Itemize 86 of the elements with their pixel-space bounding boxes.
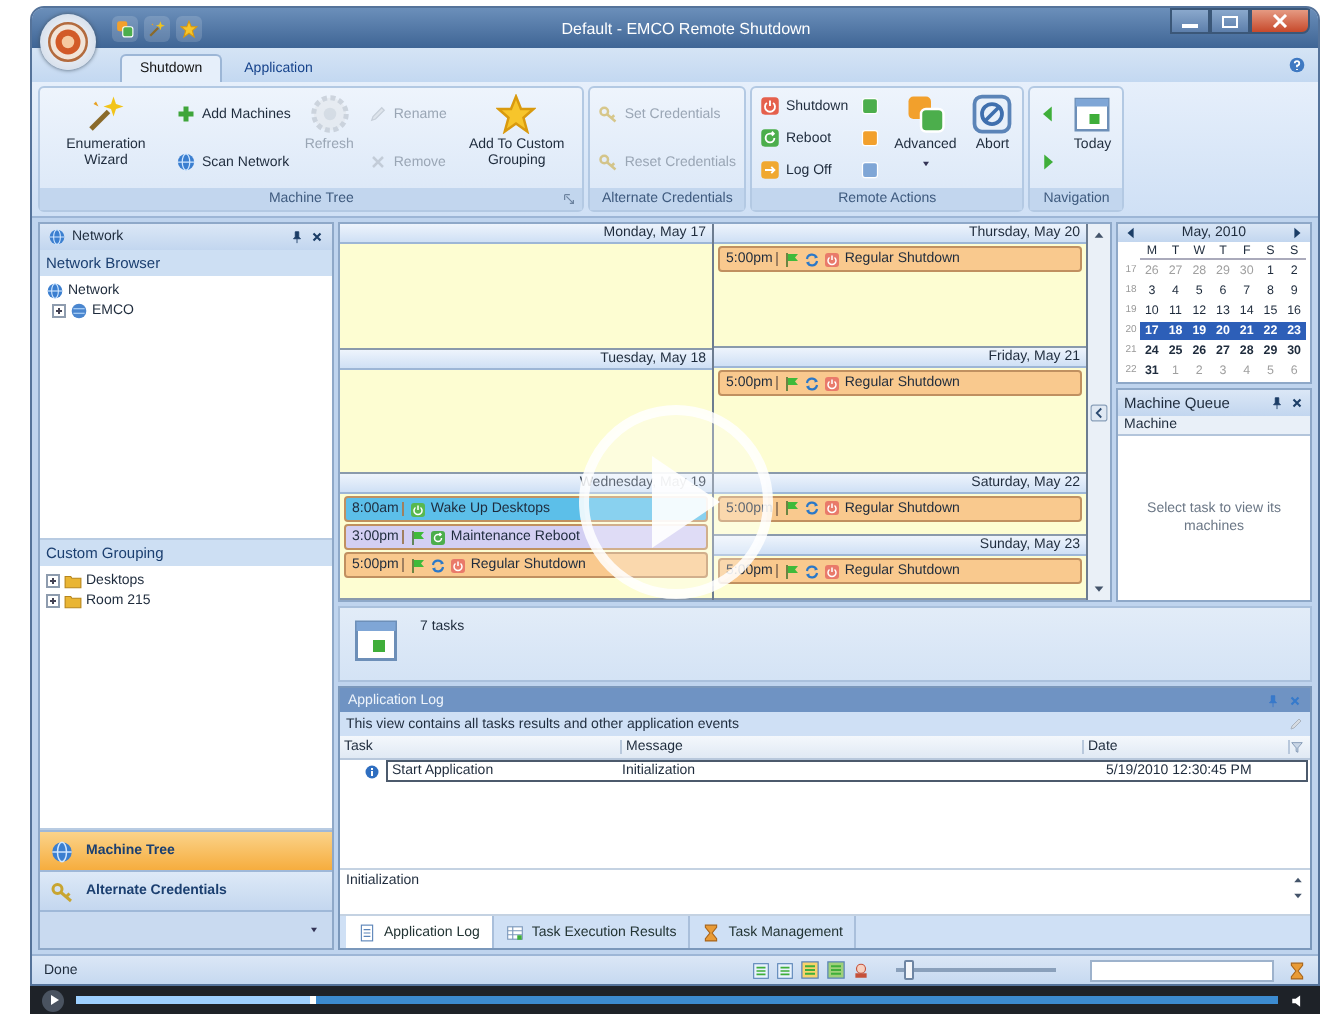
star-icon bbox=[496, 94, 537, 134]
square-icon bbox=[860, 160, 881, 180]
window-title: Default - EMCO Remote Shutdown bbox=[559, 19, 813, 37]
power-icon bbox=[824, 563, 841, 580]
wand-icon bbox=[148, 19, 166, 37]
quick-access-button[interactable] bbox=[112, 15, 138, 41]
plus-icon bbox=[176, 104, 196, 124]
table-icon bbox=[505, 923, 524, 941]
calendar-icon bbox=[352, 616, 400, 664]
slider-thumb[interactable] bbox=[904, 960, 915, 980]
pin-icon[interactable] bbox=[1270, 396, 1284, 410]
help-icon[interactable] bbox=[1288, 56, 1306, 74]
scrollbar[interactable] bbox=[1088, 224, 1110, 600]
gear-icon bbox=[309, 94, 350, 134]
refresh-icon bbox=[430, 557, 447, 574]
expander[interactable] bbox=[46, 573, 60, 587]
cancel-icon bbox=[972, 94, 1013, 134]
layout-icon[interactable] bbox=[776, 961, 794, 979]
play-button[interactable] bbox=[42, 989, 64, 1011]
flag-icon bbox=[784, 251, 801, 267]
cross-icon bbox=[367, 152, 388, 172]
close-icon bbox=[1272, 14, 1288, 28]
close-icon[interactable] bbox=[310, 230, 324, 244]
refresh-icon bbox=[804, 563, 821, 580]
launcher-icon[interactable] bbox=[562, 192, 577, 206]
refresh-icon bbox=[804, 251, 821, 267]
maximize-button[interactable] bbox=[1210, 8, 1250, 34]
quick-access-button[interactable] bbox=[144, 15, 170, 41]
expander[interactable] bbox=[52, 303, 66, 317]
caret-icon[interactable] bbox=[308, 924, 320, 936]
input-field[interactable] bbox=[1090, 959, 1274, 981]
scroll-up-icon bbox=[1292, 874, 1304, 886]
exit-icon bbox=[759, 160, 780, 180]
square-icon bbox=[860, 96, 881, 116]
hourglass-icon bbox=[1288, 961, 1306, 979]
layout-icon[interactable] bbox=[752, 961, 770, 979]
globe-icon bbox=[50, 839, 74, 863]
layout-icon[interactable] bbox=[826, 960, 846, 980]
layout-icon[interactable] bbox=[800, 960, 820, 980]
star-icon bbox=[180, 19, 198, 37]
play-icon bbox=[45, 992, 61, 1008]
maximize-icon bbox=[1222, 15, 1238, 27]
key-icon bbox=[598, 104, 619, 124]
arrow-right-icon[interactable] bbox=[1289, 226, 1304, 240]
collapse-icon bbox=[1090, 403, 1108, 421]
hourglass-icon bbox=[702, 923, 721, 941]
key-icon bbox=[598, 152, 619, 172]
squares-icon bbox=[905, 94, 946, 134]
refresh-icon bbox=[804, 375, 821, 392]
scroll-down-icon bbox=[1292, 890, 1304, 902]
document-icon bbox=[358, 923, 376, 941]
scroll-down-icon bbox=[1092, 582, 1106, 596]
arrow-left-icon[interactable] bbox=[1124, 226, 1138, 240]
square-icon bbox=[860, 128, 881, 148]
expander[interactable] bbox=[46, 593, 60, 607]
app-orb-icon bbox=[48, 22, 88, 62]
quick-access-button[interactable] bbox=[176, 15, 202, 41]
tools-icon[interactable] bbox=[852, 961, 870, 979]
seek-bar[interactable] bbox=[76, 996, 1278, 1004]
squares-icon bbox=[116, 19, 134, 37]
flag-icon bbox=[784, 563, 801, 580]
power-icon bbox=[450, 557, 467, 574]
restart-icon bbox=[430, 529, 447, 546]
power-icon bbox=[410, 501, 427, 518]
flag-icon bbox=[410, 557, 427, 574]
globe-icon bbox=[48, 228, 66, 246]
minimize-button[interactable] bbox=[1170, 8, 1210, 34]
calendar-icon bbox=[1072, 94, 1113, 134]
globe-icon bbox=[46, 281, 64, 299]
wand-icon bbox=[86, 94, 126, 134]
key-icon bbox=[50, 879, 74, 903]
flag-icon bbox=[784, 375, 801, 392]
power-icon bbox=[759, 96, 780, 116]
power-icon bbox=[824, 251, 841, 267]
globe-icon bbox=[176, 152, 196, 172]
pin-icon[interactable] bbox=[290, 230, 304, 244]
caret-icon bbox=[919, 158, 932, 171]
close-icon[interactable] bbox=[1290, 396, 1304, 410]
close-button[interactable] bbox=[1250, 8, 1310, 34]
filter-icon bbox=[1290, 740, 1304, 754]
flag-icon bbox=[410, 529, 427, 546]
pencil-icon bbox=[367, 104, 388, 124]
power-icon bbox=[824, 375, 841, 392]
scroll-up-icon bbox=[1092, 228, 1106, 242]
info-icon bbox=[364, 763, 380, 779]
restart-icon bbox=[759, 128, 780, 148]
